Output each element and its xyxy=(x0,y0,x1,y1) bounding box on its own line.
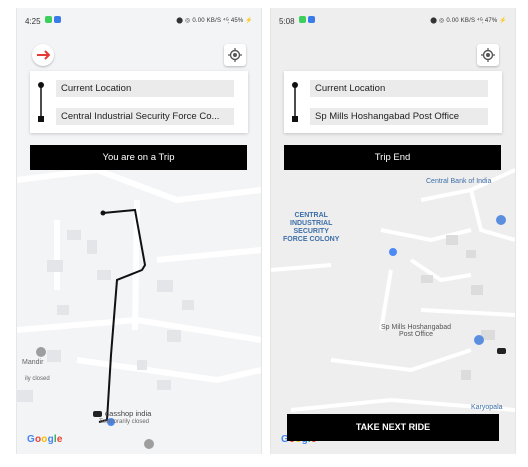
status-time: 4:25 xyxy=(25,17,41,26)
poi-pin-icon xyxy=(144,439,154,449)
app-icon xyxy=(308,16,315,23)
notification-icons xyxy=(45,16,61,23)
status-bar: 4:25 ⬤ ◎ 0.00 KB/S ⁴ᴳ᷊ 45% ⚡ xyxy=(17,8,261,30)
notification-icons xyxy=(299,16,315,23)
my-location-icon[interactable] xyxy=(477,44,499,66)
status-time: 5:08 xyxy=(279,17,295,26)
whatsapp-icon xyxy=(45,16,52,23)
map-label-closed: ily closed xyxy=(25,376,50,382)
trip-status-banner: You are on a Trip xyxy=(30,145,247,170)
route-card: Current Location Sp Mills Hoshangabad Po… xyxy=(284,71,502,133)
trip-screen-ongoing: 4:25 ⬤ ◎ 0.00 KB/S ⁴ᴳ᷊ 45% ⚡ Current Loc… xyxy=(16,8,262,454)
route-line-icon xyxy=(38,82,44,122)
whatsapp-icon xyxy=(299,16,306,23)
take-next-ride-button[interactable]: TAKE NEXT RIDE xyxy=(287,414,499,441)
current-location-dot xyxy=(389,248,397,256)
poi-pin-icon xyxy=(36,347,46,357)
map-label-post-office: Sp Mills Hoshangabad Post Office xyxy=(381,324,452,338)
pickup-field[interactable]: Current Location xyxy=(56,80,234,97)
status-bar: 5:08 ⬤ ◎ 0.00 KB/S ⁴ᴳ᷊ 47% ⚡ xyxy=(271,8,515,30)
status-system: ⬤ ◎ 0.00 KB/S ⁴ᴳ᷊ 47% ⚡ xyxy=(430,18,507,24)
trip-end-button[interactable]: Trip End xyxy=(284,145,501,170)
pickup-field[interactable]: Current Location xyxy=(310,80,488,97)
poi-pin-icon xyxy=(496,215,506,225)
map-label-cisf: CENTRAL INDUSTRIAL SECURITY FORCE COLONY xyxy=(283,212,340,243)
map-label-karyopala: Karyopala xyxy=(471,404,503,411)
app-icon xyxy=(54,16,61,23)
map-label-temporarily-closed: Temporarily closed xyxy=(99,419,150,425)
route-card: Current Location Central Industrial Secu… xyxy=(30,71,248,133)
car-icon xyxy=(93,411,102,417)
destination-field[interactable]: Central Industrial Security Force Co... xyxy=(56,108,234,125)
google-logo: Google xyxy=(27,434,63,445)
trip-screen-ended: 5:08 ⬤ ◎ 0.00 KB/S ⁴ᴳ᷊ 47% ⚡ Current Loc… xyxy=(270,8,516,454)
map-label-shop: dasshop india xyxy=(105,409,152,418)
destination-field[interactable]: Sp Mills Hoshangabad Post Office xyxy=(310,108,488,125)
car-icon xyxy=(497,348,506,354)
map-label-mandir: Mandir xyxy=(22,359,44,366)
route-line-icon xyxy=(292,82,298,122)
my-location-icon[interactable] xyxy=(224,44,246,66)
status-system: ⬤ ◎ 0.00 KB/S ⁴ᴳ᷊ 45% ⚡ xyxy=(176,18,253,24)
map-label-bank: Central Bank of India xyxy=(426,178,492,185)
compass-icon[interactable] xyxy=(32,44,54,66)
route-start-point xyxy=(100,210,106,216)
post-office-pin-icon xyxy=(474,335,484,345)
